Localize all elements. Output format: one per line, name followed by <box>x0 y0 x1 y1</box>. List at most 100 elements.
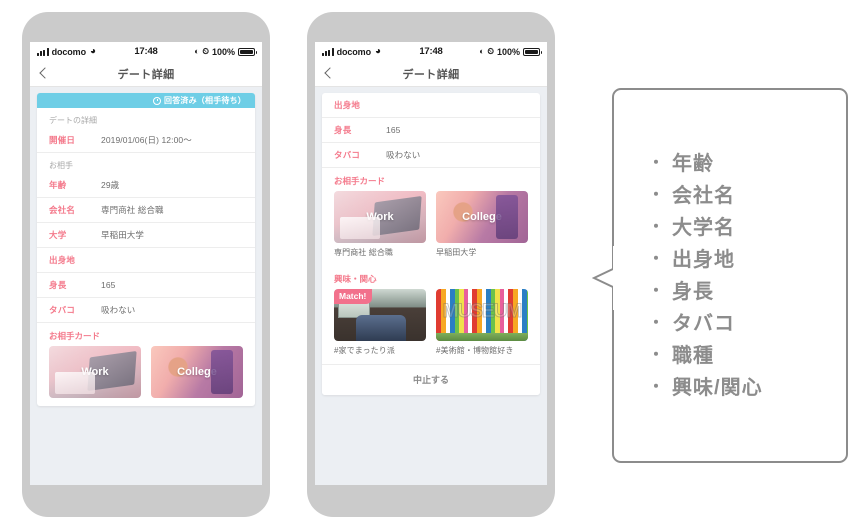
bullet-icon: ・ <box>648 186 666 204</box>
partner-card[interactable]: Work 専門商社 総合職 <box>334 191 426 258</box>
bullet-icon: ・ <box>648 154 666 172</box>
interest-card-grid: Match! #家でまったり派 #美術館・博物館好き <box>322 289 540 364</box>
row-value: 吸わない <box>386 150 421 160</box>
status-time: 17:48 <box>419 46 443 57</box>
partner-card-grid: Work 専門商社 総合職 College 早稲田大学 <box>322 191 540 266</box>
table-row: 開催日 2019/01/06(日) 12:00〜 <box>37 128 255 153</box>
interest-card-caption: #美術館・博物館好き <box>436 346 514 355</box>
college-photo: College <box>151 346 243 398</box>
bullet-icon: ・ <box>648 346 666 364</box>
table-row: 大学 早稲田大学 <box>37 223 255 248</box>
row-label: 出身地 <box>334 100 361 110</box>
row-value: 早稲田大学 <box>101 230 145 240</box>
home-photo: Match! <box>334 289 426 341</box>
work-photo: Work <box>334 191 426 243</box>
bullet-icon: ・ <box>648 282 666 300</box>
table-row: 会社名 専門商社 総合職 <box>37 198 255 223</box>
content-fade <box>30 459 262 485</box>
partner-card-overlay-label: College <box>462 211 502 223</box>
row-label: 身長 <box>334 125 352 135</box>
list-item-label: タバコ <box>672 312 736 335</box>
phone-screen-left: docomo ◕ 17:48 ◐ ⏲ 100% デート詳細 回答済み（相手待ち）… <box>30 42 262 485</box>
list-item: ・ 興味/関心 <box>648 377 846 399</box>
list-item: ・ 出身地 <box>648 249 846 271</box>
detail-card: 出身地 身長 165 タバコ 吸わない お相手カード Work 専門商社 総合職… <box>322 93 540 395</box>
table-row: 身長 165 <box>322 118 540 143</box>
nav-bar: デート詳細 <box>315 61 547 87</box>
row-value: 専門商社 総合職 <box>101 205 164 215</box>
row-label: 開催日 <box>49 135 76 145</box>
battery-full-icon <box>523 47 542 56</box>
list-item: ・ 大学名 <box>648 217 846 239</box>
page-title: デート詳細 <box>402 68 460 81</box>
callout-pointer <box>592 246 616 310</box>
table-row: タバコ 吸わない <box>37 298 255 323</box>
callout-box: ・ 年齢 ・ 会社名 ・ 大学名 ・ 出身地 ・ 身長 ・ タバコ ・ 職種 ・ <box>592 88 848 463</box>
chevron-left-icon[interactable] <box>323 68 335 80</box>
interest-card[interactable]: #美術館・博物館好き <box>436 289 528 356</box>
table-row: 出身地 <box>37 248 255 273</box>
list-item: ・ 会社名 <box>648 185 846 207</box>
phone-mockup-left: docomo ◕ 17:48 ◐ ⏲ 100% デート詳細 回答済み（相手待ち）… <box>22 12 270 517</box>
list-item-label: 会社名 <box>672 184 736 207</box>
partner-card-grid: Work College <box>37 346 255 406</box>
list-item-label: 出身地 <box>672 248 736 271</box>
scroll-body-left[interactable]: 回答済み（相手待ち） デートの詳細 開催日 2019/01/06(日) 12:0… <box>30 87 262 485</box>
partner-card-caption: 早稲田大学 <box>436 248 477 257</box>
bullet-icon: ・ <box>648 250 666 268</box>
list-item-label: 興味/関心 <box>672 376 763 399</box>
partner-card[interactable]: College <box>151 346 243 398</box>
interest-card[interactable]: Match! #家でまったり派 <box>334 289 426 356</box>
nav-bar: デート詳細 <box>30 61 262 87</box>
list-item-label: 大学名 <box>672 216 736 239</box>
status-bar: docomo ◕ 17:48 ◐ ⏲ 100% <box>315 42 547 61</box>
row-label: 身長 <box>49 280 67 290</box>
section-title-date: デートの詳細 <box>49 116 97 125</box>
status-time: 17:48 <box>134 46 158 57</box>
list-item: ・ 職種 <box>648 345 846 367</box>
page-title: デート詳細 <box>117 68 175 81</box>
row-label: 会社名 <box>49 205 76 215</box>
row-value: 吸わない <box>101 305 136 315</box>
row-value: 165 <box>101 280 116 290</box>
partner-card-overlay-label: Work <box>366 211 394 223</box>
partner-card[interactable]: College 早稲田大学 <box>436 191 528 258</box>
section-title-partner-card: お相手カード <box>334 176 386 186</box>
interest-card-caption: #家でまったり派 <box>334 346 395 355</box>
bullet-icon: ・ <box>648 314 666 332</box>
partner-card-overlay-label: Work <box>81 366 109 378</box>
row-label: 大学 <box>49 230 67 240</box>
bullet-icon: ・ <box>648 378 666 396</box>
list-item: ・ 年齢 <box>648 153 846 175</box>
scroll-body-right[interactable]: 出身地 身長 165 タバコ 吸わない お相手カード Work 専門商社 総合職… <box>315 87 547 485</box>
status-bar: docomo ◕ 17:48 ◐ ⏲ 100% <box>30 42 262 61</box>
phone-screen-right: docomo ◕ 17:48 ◐ ⏲ 100% デート詳細 出身地 身長 165… <box>315 42 547 485</box>
status-badge-label: 回答済み（相手待ち） <box>164 96 246 105</box>
status-badge: 回答済み（相手待ち） <box>37 93 255 108</box>
row-value: 29歳 <box>101 180 120 190</box>
list-item: ・ タバコ <box>648 313 846 335</box>
row-label: 出身地 <box>49 255 76 265</box>
partner-card-overlay-label: College <box>177 366 217 378</box>
list-item-label: 年齢 <box>672 152 715 175</box>
list-item-label: 職種 <box>672 344 715 367</box>
table-row: 出身地 <box>322 93 540 118</box>
partner-card[interactable]: Work <box>49 346 141 398</box>
museum-photo <box>436 289 528 341</box>
section-title-interest: 興味・関心 <box>334 274 377 284</box>
partner-card-caption: 専門商社 総合職 <box>334 248 394 257</box>
section-title-partner: お相手 <box>49 161 73 170</box>
college-photo: College <box>436 191 528 243</box>
screenshot-stage: docomo ◕ 17:48 ◐ ⏲ 100% デート詳細 回答済み（相手待ち）… <box>0 0 866 529</box>
table-row: 年齢 29歳 <box>37 173 255 198</box>
table-row: 身長 165 <box>37 273 255 298</box>
row-label: タバコ <box>49 305 76 315</box>
chevron-left-icon[interactable] <box>38 68 50 80</box>
row-label: タバコ <box>334 150 361 160</box>
phone-mockup-right: docomo ◕ 17:48 ◐ ⏲ 100% デート詳細 出身地 身長 165… <box>307 12 555 517</box>
work-photo: Work <box>49 346 141 398</box>
row-label: 年齢 <box>49 180 67 190</box>
row-value: 165 <box>386 125 401 135</box>
cancel-button[interactable]: 中止する <box>322 364 540 395</box>
list-item-label: 身長 <box>672 280 715 303</box>
